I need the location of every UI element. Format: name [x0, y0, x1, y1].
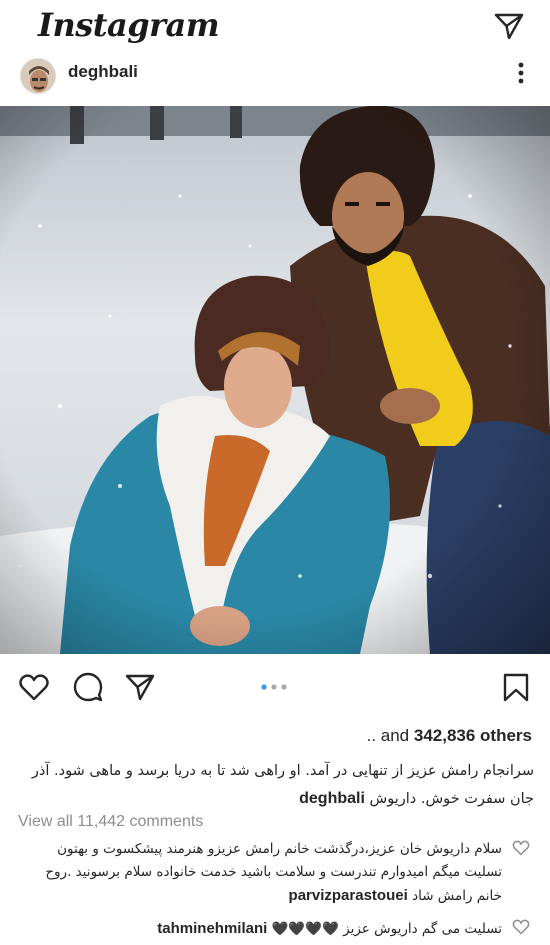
comment-bubble-icon[interactable] [72, 672, 104, 702]
more-vertical-icon[interactable] [518, 62, 524, 84]
comment-item: تسلیت می گم داریوش عزیز 🖤🖤🖤🖤 tahminehmil… [18, 917, 502, 941]
comment-username[interactable]: parvizparastouei [289, 887, 408, 904]
instagram-logo[interactable]: Instagram [38, 6, 220, 44]
view-all-comments-link[interactable]: View all 11,442 comments [18, 813, 203, 831]
likes-count[interactable]: .. and 342,836 others [367, 726, 532, 746]
post-caption: سرانجام رامش عزیز از تنهایی در آمد. او ر… [18, 758, 534, 813]
carousel-dots [261, 684, 287, 690]
comment-username[interactable]: tahminehmilani [157, 920, 267, 937]
post-photo[interactable] [0, 106, 550, 654]
comment-like-heart-icon[interactable] [512, 919, 530, 935]
bookmark-icon[interactable] [500, 672, 532, 702]
post-actions [0, 662, 550, 708]
post-header: deghbali [0, 52, 550, 100]
heart-icon[interactable] [18, 672, 50, 702]
avatar[interactable] [20, 58, 56, 94]
post-username[interactable]: deghbali [68, 62, 138, 82]
comment-item: سلام داریوش خان عزیز،درگذشت خانم رامش عز… [18, 838, 502, 908]
caption-username[interactable]: deghbali [299, 790, 365, 807]
comment-text: سلام داریوش خان عزیز،درگذشت خانم رامش عز… [45, 841, 502, 904]
comment-text: تسلیت می گم داریوش عزیز 🖤🖤🖤🖤 [271, 921, 502, 937]
share-plane-icon[interactable] [124, 672, 156, 702]
caption-text: سرانجام رامش عزیز از تنهایی در آمد. او ر… [31, 763, 534, 807]
paper-plane-icon[interactable] [494, 12, 524, 40]
top-bar: Instagram [0, 0, 550, 52]
comment-like-heart-icon[interactable] [512, 840, 530, 856]
